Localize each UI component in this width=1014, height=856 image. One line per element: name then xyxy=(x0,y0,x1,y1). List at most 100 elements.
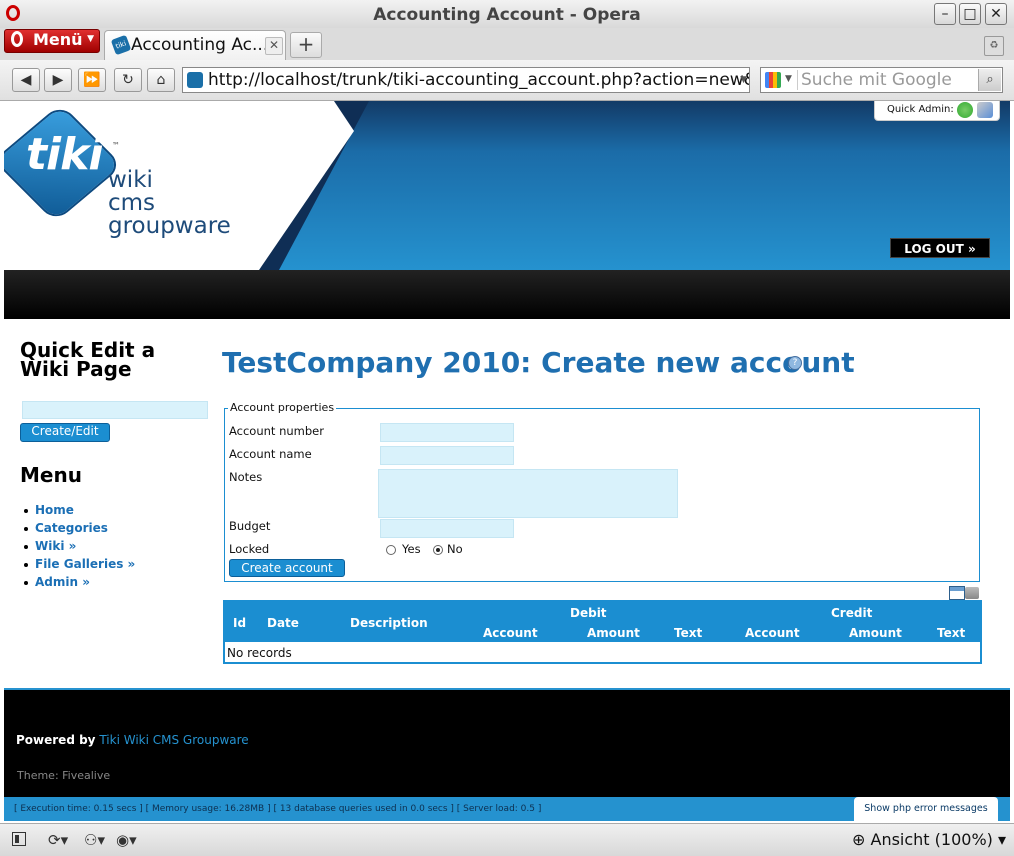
powered-by-link[interactable]: Tiki Wiki CMS Groupware xyxy=(99,733,248,747)
site-footer: Powered by Tiki Wiki CMS Groupware Theme… xyxy=(4,688,1010,799)
col-description[interactable]: Description xyxy=(350,616,428,630)
col-debit: Debit xyxy=(570,606,607,620)
theme-label: Theme: Fivealive xyxy=(17,769,111,782)
debug-status-text: [ Execution time: 0.15 secs ] [ Memory u… xyxy=(14,804,542,814)
menu-item-wiki[interactable]: Wiki » xyxy=(20,539,135,557)
col-credit-text[interactable]: Text xyxy=(937,626,965,640)
quick-edit-input[interactable] xyxy=(22,401,208,419)
close-window-button[interactable]: ✕ xyxy=(985,3,1007,25)
locked-label: Locked xyxy=(229,542,270,556)
locked-yes-label: Yes xyxy=(402,542,421,556)
opera-menu-label: Menü xyxy=(33,30,83,49)
top-nav-bar xyxy=(4,270,1010,319)
logo-line-wiki: wiki xyxy=(108,167,153,193)
menu-list: Home Categories Wiki » File Galleries » … xyxy=(20,503,135,593)
locked-no-radio[interactable] xyxy=(433,545,443,555)
tab-title: Accounting Ac... xyxy=(131,35,269,55)
trash-icon[interactable]: ♻ xyxy=(984,36,1004,56)
print-icon[interactable] xyxy=(965,587,979,599)
powered-by: Powered by Tiki Wiki CMS Groupware xyxy=(16,733,249,747)
home-button[interactable]: ⌂ xyxy=(147,68,175,92)
col-debit-amount[interactable]: Amount xyxy=(587,626,640,640)
chevron-down-icon[interactable]: ▼ xyxy=(740,75,747,85)
account-name-input[interactable] xyxy=(380,446,514,465)
window-titlebar: Accounting Account - Opera – □ ✕ xyxy=(0,0,1014,29)
page-title: TestCompany 2010: Create new account xyxy=(222,346,855,379)
account-name-label: Account name xyxy=(229,447,312,461)
show-php-errors-button[interactable]: Show php error messages xyxy=(854,797,998,821)
tiki-favicon-icon: tiki xyxy=(110,34,132,56)
fieldset-legend: Account properties xyxy=(228,401,337,414)
account-number-input[interactable] xyxy=(380,423,514,442)
reload-button[interactable]: ↻ xyxy=(114,68,142,92)
chevron-down-icon: ▼ xyxy=(785,74,792,84)
debug-status-bar: [ Execution time: 0.15 secs ] [ Memory u… xyxy=(4,797,1010,821)
budget-label: Budget xyxy=(229,519,271,533)
minimize-button[interactable]: – xyxy=(934,3,956,25)
menu-title: Menu xyxy=(20,463,82,487)
new-tab-button[interactable]: + xyxy=(290,32,322,58)
powered-by-label: Powered by xyxy=(16,733,96,747)
page-viewport: tiki ™ wiki cms groupware Quick Admin: L… xyxy=(4,101,1010,821)
col-debit-text[interactable]: Text xyxy=(674,626,702,640)
window-title: Accounting Account - Opera xyxy=(373,5,641,25)
browser-status-bar: ⟳▾ ⚇▾ ◉▾ ⊕ Ansicht (100%) ▾ xyxy=(0,823,1014,856)
zoom-label: Ansicht (100%) xyxy=(870,830,993,849)
create-edit-button[interactable]: Create/Edit xyxy=(20,423,110,442)
col-date[interactable]: Date xyxy=(267,616,299,630)
google-icon xyxy=(765,72,781,88)
menu-item-categories[interactable]: Categories xyxy=(20,521,135,539)
fast-forward-button[interactable]: ⏩ xyxy=(78,68,106,92)
locked-yes-radio[interactable] xyxy=(386,545,396,555)
site-icon xyxy=(187,72,203,88)
col-credit: Credit xyxy=(831,606,873,620)
tab-close-icon[interactable]: ✕ xyxy=(265,37,283,55)
logo-word: tiki xyxy=(26,129,103,180)
wrench-icon[interactable] xyxy=(977,102,993,118)
search-go-icon[interactable]: ⌕ xyxy=(978,69,1001,91)
col-credit-account[interactable]: Account xyxy=(745,626,800,640)
notes-label: Notes xyxy=(229,470,263,484)
logo-trademark: ™ xyxy=(112,141,120,150)
calendar-icon[interactable] xyxy=(949,586,965,600)
logo-text: wiki cms groupware xyxy=(108,169,231,238)
quick-edit-title: Quick Edit a Wiki Page xyxy=(20,338,156,381)
search-input[interactable]: Suche mit Google xyxy=(801,70,952,90)
col-credit-amount[interactable]: Amount xyxy=(849,626,902,640)
opera-menu-button[interactable]: Menü ▼ xyxy=(4,29,100,53)
logout-button[interactable]: LOG OUT » xyxy=(890,238,990,258)
logo-line-cms: cms xyxy=(108,190,156,216)
panel-toggle-icon[interactable] xyxy=(12,832,26,846)
address-bar[interactable]: http://localhost/trunk/tiki-accounting_a… xyxy=(182,67,750,93)
account-number-label: Account number xyxy=(229,424,324,438)
create-account-button[interactable]: Create account xyxy=(229,559,345,577)
chevron-down-icon: ▼ xyxy=(87,34,94,44)
browser-tab[interactable]: tiki Accounting Ac... ✕ xyxy=(104,30,286,61)
unite-icon[interactable]: ⚇▾ xyxy=(84,831,105,849)
menu-item-file-galleries[interactable]: File Galleries » xyxy=(20,557,135,575)
logo-line-groupware: groupware xyxy=(108,213,231,239)
quick-admin-box: Quick Admin: xyxy=(874,101,1000,121)
url-text: http://localhost/trunk/tiki-accounting_a… xyxy=(208,70,750,90)
maximize-button[interactable]: □ xyxy=(959,3,981,25)
forward-button[interactable]: ▶ xyxy=(44,68,72,92)
opera-o-icon xyxy=(11,31,23,47)
sync-icon[interactable]: ⟳▾ xyxy=(48,831,68,849)
table-header: Id Date Description Debit Account Amount… xyxy=(225,602,980,642)
refresh-icon[interactable] xyxy=(957,102,973,118)
col-id[interactable]: Id xyxy=(233,616,246,630)
zoom-control[interactable]: ⊕ Ansicht (100%) ▾ xyxy=(852,830,1006,849)
budget-input[interactable] xyxy=(380,519,514,538)
search-engine-selector[interactable]: ▼ xyxy=(763,70,798,90)
back-button[interactable]: ◀ xyxy=(12,68,40,92)
menu-item-home[interactable]: Home xyxy=(20,503,135,521)
quick-admin-label: Quick Admin: xyxy=(887,104,954,115)
menu-item-admin[interactable]: Admin » xyxy=(20,575,135,593)
help-icon[interactable]: ? xyxy=(788,356,802,370)
notes-textarea[interactable] xyxy=(378,469,678,518)
search-box[interactable]: ▼ Suche mit Google ⌕ xyxy=(760,67,1003,93)
col-debit-account[interactable]: Account xyxy=(483,626,538,640)
turbo-icon[interactable]: ◉▾ xyxy=(116,831,137,849)
journal-table: Id Date Description Debit Account Amount… xyxy=(223,600,982,664)
locked-no-label: No xyxy=(447,542,463,556)
